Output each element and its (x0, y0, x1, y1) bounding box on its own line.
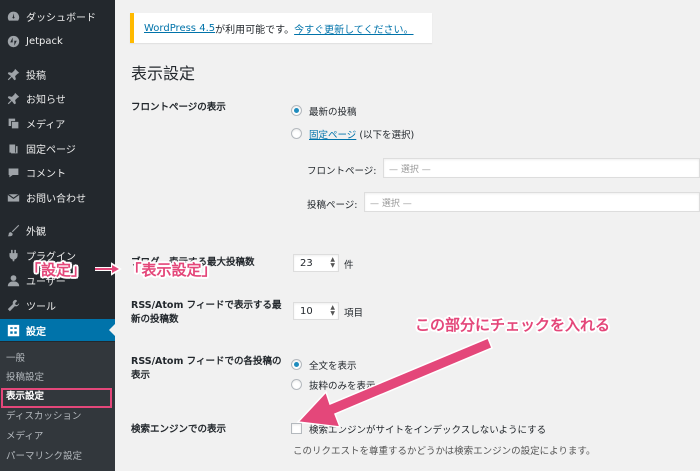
spinner-icon[interactable]: ▲ ▼ (330, 257, 335, 269)
latest-posts-text: 最新の投稿 (309, 107, 357, 118)
menu-pages[interactable]: 固定ページ (0, 137, 115, 159)
radio-static-page[interactable] (291, 128, 302, 139)
menu-posts[interactable]: 投稿 (0, 63, 115, 85)
menu-contact[interactable]: お問い合わせ (0, 186, 115, 208)
submenu-writing[interactable]: 投稿設定 (6, 369, 44, 387)
spinner-icon[interactable]: ▲ ▼ (330, 305, 335, 317)
annotation-big-arrow-icon (296, 337, 493, 428)
rss-count-label: RSS/Atom フィードで表示する最新の投稿数 (131, 300, 282, 325)
notice-text: が利用可能です。 (215, 24, 295, 36)
search-engine-description: このリクエストを尊重するかどうかは検索エンジンの設定によります。 (293, 446, 596, 457)
search-engine-label: 検索エンジンでの表示 (131, 424, 227, 435)
rss-count-unit: 項目 (344, 308, 364, 319)
posts-page-select[interactable]: — 選択 — (364, 192, 700, 212)
wrench-icon (6, 298, 20, 312)
menu-dashboard[interactable]: ダッシュボード (0, 5, 115, 27)
submenu-media[interactable]: メディア (6, 428, 43, 446)
mail-icon (6, 190, 20, 204)
pin-icon (6, 91, 20, 105)
reading-highlight-box (1, 388, 112, 408)
comment-icon (6, 165, 20, 179)
submenu-permalinks[interactable]: パーマリンク設定 (6, 448, 82, 466)
menu-settings[interactable]: 設定 (0, 319, 115, 341)
menu-news[interactable]: お知らせ (0, 87, 115, 109)
menu-comments[interactable]: コメント (0, 161, 115, 183)
front-page-select[interactable]: — 選択 — (383, 158, 700, 178)
posts-per-page-input[interactable]: 23 ▲ ▼ (293, 254, 339, 272)
update-now-link[interactable]: 今すぐ更新してください。 (294, 21, 413, 36)
posts-per-page-unit: 件 (344, 260, 354, 271)
submenu-discussion[interactable]: ディスカッション (6, 408, 81, 426)
page-icon (6, 141, 20, 155)
settings-icon (6, 323, 20, 337)
front-page-label: フロントページの表示 (131, 102, 226, 113)
menu-media[interactable]: メディア (0, 112, 115, 134)
menu-jetpack[interactable]: Jetpack (0, 30, 115, 52)
menu-tools[interactable]: ツール (0, 294, 115, 316)
version-link[interactable]: WordPress 4.5 (144, 23, 215, 34)
annotation-small-arrow-icon (95, 262, 122, 276)
front-page-select-label: フロントページ: (307, 166, 377, 177)
media-icon (6, 116, 20, 130)
jetpack-icon (6, 34, 20, 48)
pin-icon (6, 67, 20, 81)
user-icon (6, 273, 20, 287)
dashboard-icon (6, 9, 20, 23)
menu-appearance[interactable]: 外観 (0, 219, 115, 241)
plugin-icon (6, 248, 20, 262)
static-page-link[interactable]: 固定ページ (309, 130, 356, 141)
rss-display-label: RSS/Atom フィードでの各投稿の表示 (131, 356, 282, 381)
page-title: 表示設定 (131, 64, 196, 83)
update-notice: WordPress 4.5 が利用可能です。 今すぐ更新してください。 (130, 13, 432, 43)
posts-page-select-label: 投稿ページ: (307, 200, 358, 211)
static-page-option: 固定ページ (以下を選択) (309, 130, 415, 141)
radio-latest-posts[interactable] (291, 105, 302, 116)
submenu-general[interactable]: 一般 (6, 350, 25, 368)
brush-icon (6, 223, 20, 237)
rss-count-input[interactable]: 10 ▲ ▼ (293, 302, 339, 320)
